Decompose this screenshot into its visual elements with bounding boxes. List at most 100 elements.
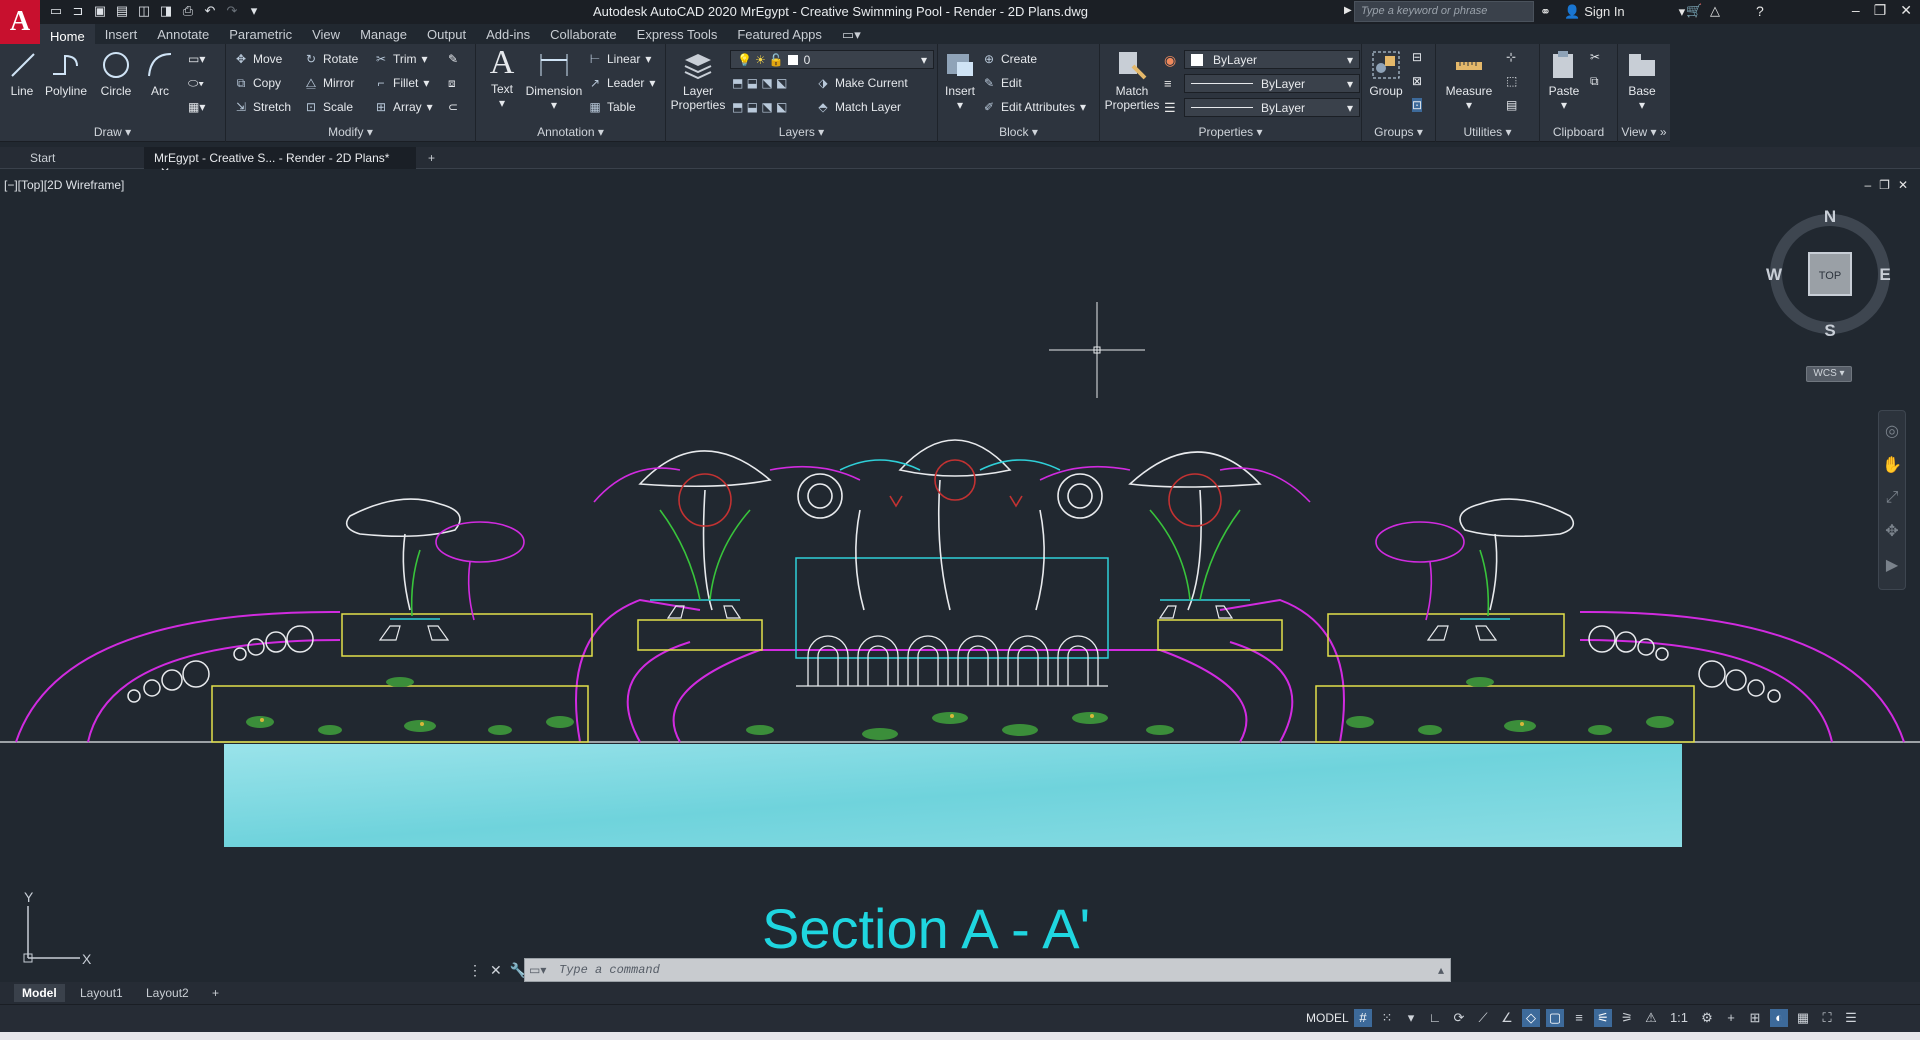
orbit-icon[interactable]: ✥ xyxy=(1879,521,1905,541)
line-button[interactable]: Line xyxy=(6,48,38,98)
make-current-button[interactable]: ⬗ Make Current xyxy=(816,76,907,90)
steering-wheel-icon[interactable]: ◎ xyxy=(1879,421,1905,441)
color-wheel-icon[interactable]: ◉ xyxy=(1164,52,1176,69)
layer-dropdown[interactable]: 💡 ☀ 🔓 0 ▾ xyxy=(730,50,934,69)
dimension-button[interactable]: Dimension ▾ xyxy=(524,48,584,112)
group-select-icon[interactable]: ⊡ xyxy=(1412,98,1423,112)
undo-icon[interactable]: ↶ xyxy=(202,3,218,19)
arc-button[interactable]: Arc xyxy=(142,48,178,98)
new-tab-button[interactable]: + xyxy=(418,147,445,169)
layers-panel-title[interactable]: Layers ▾ xyxy=(666,125,937,139)
copy-button[interactable]: ⧉ Copy xyxy=(234,76,281,90)
color-dropdown[interactable]: ByLayer ▾ xyxy=(1184,50,1360,69)
close-commandline-icon[interactable]: ✕ xyxy=(490,962,502,979)
minimize-icon[interactable]: – xyxy=(1852,2,1860,19)
scale-button[interactable]: ⊡ Scale xyxy=(304,100,353,114)
snap-icon[interactable]: ⁙ xyxy=(1378,1009,1396,1027)
tab-home[interactable]: Home xyxy=(40,24,95,44)
insert-button[interactable]: Insert ▾ xyxy=(940,48,980,112)
open-file-icon[interactable]: ⊐ xyxy=(70,3,86,19)
workspace-gear-icon[interactable]: ⚙ xyxy=(1698,1009,1716,1027)
group-button[interactable]: Group xyxy=(1366,48,1406,98)
edit-attributes-button[interactable]: ✐ Edit Attributes ▾ xyxy=(982,100,1086,114)
grid-icon[interactable]: # xyxy=(1354,1009,1372,1027)
tab-model[interactable]: Model xyxy=(14,984,65,1002)
wcs-menu[interactable]: WCS ▾ xyxy=(1806,366,1852,382)
lineweight-icon[interactable]: ☰ xyxy=(1164,100,1176,116)
fillet-button[interactable]: ⌐ Fillet ▾ xyxy=(374,76,429,90)
base-button[interactable]: Base ▾ xyxy=(1622,48,1662,112)
compass-s[interactable]: S xyxy=(1824,321,1835,338)
annotation-panel-title[interactable]: Annotation ▾ xyxy=(476,125,665,139)
add-layout-button[interactable]: + xyxy=(204,984,227,1002)
tab-insert[interactable]: Insert xyxy=(95,24,148,44)
zoom-extents-icon[interactable]: ⤢ xyxy=(1879,489,1905,507)
tab-collaborate[interactable]: Collaborate xyxy=(540,24,627,44)
linetype-icon[interactable]: ≡ xyxy=(1164,76,1172,91)
tab-active-drawing[interactable]: MrEgypt - Creative S... - Render - 2D Pl… xyxy=(144,147,416,179)
sign-in-button[interactable]: 👤 Sign In ▾ xyxy=(1564,4,1685,20)
linear-button[interactable]: ⊢ Linear ▾ xyxy=(588,52,652,66)
tab-start[interactable]: Start xyxy=(20,147,140,169)
erase-icon[interactable]: ✎ xyxy=(448,52,458,66)
drawing-viewport[interactable]: [−][Top][2D Wireframe] – ❐ ✕ TOP N S E W… xyxy=(0,170,1920,980)
ortho-icon[interactable]: ∟ xyxy=(1426,1009,1444,1027)
close-icon[interactable]: ✕ xyxy=(1900,2,1912,19)
layer-properties-button[interactable]: Layer Properties xyxy=(668,48,728,112)
block-panel-title[interactable]: Block ▾ xyxy=(938,125,1099,139)
compass-w[interactable]: W xyxy=(1766,265,1783,284)
grip-icon[interactable]: ⋮ xyxy=(468,962,482,979)
cart-icon[interactable]: 🛒 xyxy=(1686,3,1702,19)
copy-clip-icon[interactable]: ⧉ xyxy=(1590,74,1599,89)
tab-manage[interactable]: Manage xyxy=(350,24,417,44)
help-icon[interactable]: ? xyxy=(1756,3,1764,19)
create-block-button[interactable]: ⊕ Create xyxy=(982,52,1037,66)
command-input[interactable]: Type a command xyxy=(559,963,660,977)
layer-tools-row1[interactable]: ⬒ ⬓ ⬔ ⬕ xyxy=(732,76,787,90)
tab-annotate[interactable]: Annotate xyxy=(147,24,219,44)
circle-button[interactable]: Circle xyxy=(96,48,136,98)
tab-parametric[interactable]: Parametric xyxy=(219,24,302,44)
tab-output[interactable]: Output xyxy=(417,24,476,44)
chevron-up-icon[interactable]: ▴ xyxy=(1438,963,1444,977)
calculator-icon[interactable]: ▤ xyxy=(1506,98,1517,112)
polyline-button[interactable]: Polyline xyxy=(42,48,90,98)
draw-panel-title[interactable]: Draw ▾ xyxy=(0,125,225,139)
open-web-icon[interactable]: ◫ xyxy=(136,3,152,19)
new-file-icon[interactable]: ▭ xyxy=(48,3,64,19)
tab-view[interactable]: View xyxy=(302,24,350,44)
graphics-performance-icon[interactable]: ▦ xyxy=(1794,1009,1812,1027)
trim-button[interactable]: ✂ Trim ▾ xyxy=(374,52,428,66)
paste-button[interactable]: Paste ▾ xyxy=(1544,48,1584,112)
hatch-icon[interactable]: ⬭▾ xyxy=(188,76,204,91)
units-icon[interactable]: ⊞ xyxy=(1746,1009,1764,1027)
binoculars-icon[interactable]: ⚭ xyxy=(1540,4,1551,20)
customize-qat-icon[interactable]: ▾ xyxy=(246,3,262,19)
tab-featured-apps[interactable]: Featured Apps xyxy=(727,24,832,44)
cut-icon[interactable]: ✂ xyxy=(1590,50,1600,64)
search-input[interactable]: Type a keyword or phrase xyxy=(1354,1,1534,22)
layer-tools-row2[interactable]: ⬒ ⬓ ⬔ ⬕ xyxy=(732,100,787,114)
plot-icon[interactable]: ⎙ xyxy=(180,3,196,19)
measure-button[interactable]: Measure ▾ xyxy=(1440,48,1498,112)
tab-layout2[interactable]: Layout2 xyxy=(138,984,197,1002)
object-snap-tracking-icon[interactable]: ∠ xyxy=(1498,1009,1516,1027)
array-button[interactable]: ⊞ Array ▾ xyxy=(374,100,433,114)
group-edit-icon[interactable]: ⊠ xyxy=(1412,74,1422,88)
rectangle-icon[interactable]: ▭▾ xyxy=(188,52,205,66)
isodraft-icon[interactable]: ⟋ xyxy=(1474,1009,1492,1027)
select-all-icon[interactable]: ⬚ xyxy=(1506,74,1517,88)
osnap-icon[interactable]: ◇ xyxy=(1522,1009,1540,1027)
quick-select-icon[interactable]: ⊹ xyxy=(1506,50,1516,64)
modify-panel-title[interactable]: Modify ▾ xyxy=(226,125,475,139)
customization-menu-icon[interactable]: ☰ xyxy=(1842,1009,1860,1027)
gradient-icon[interactable]: ▦▾ xyxy=(188,100,205,114)
stretch-button[interactable]: ⇲ Stretch xyxy=(234,100,291,114)
match-properties-button[interactable]: Match Properties xyxy=(1102,48,1162,112)
pan-icon[interactable]: ✋ xyxy=(1879,455,1905,475)
expand-arrow-icon[interactable]: ▶ xyxy=(1344,5,1352,16)
autoscale-icon[interactable]: ⚞ xyxy=(1618,1009,1636,1027)
linetype-dropdown[interactable]: ByLayer ▾ xyxy=(1184,74,1360,93)
command-line[interactable]: ▭▾ Type a command ▴ xyxy=(524,958,1451,982)
ungroup-icon[interactable]: ⊟ xyxy=(1412,50,1422,64)
